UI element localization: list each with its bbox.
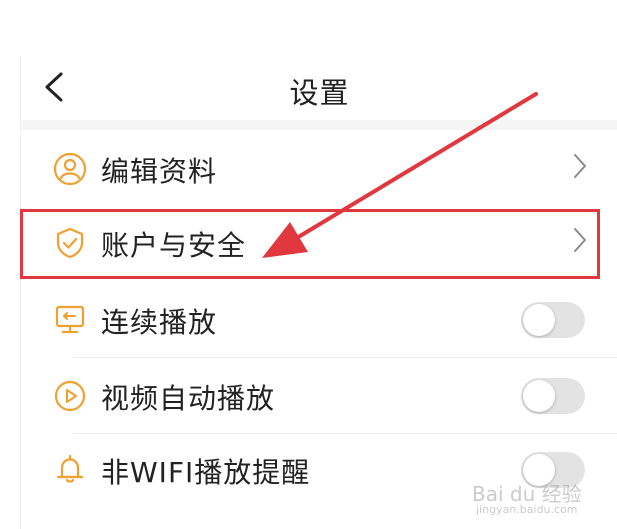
page-title: 设置 — [289, 76, 350, 110]
shield-check-icon — [56, 227, 84, 259]
bell-icon — [56, 454, 84, 483]
settings-item-label: 视频自动播放 — [101, 382, 276, 415]
settings-item-continuous-play: 连续播放 — [21, 282, 617, 358]
settings-screen: 设置 编辑资料 账户与安全 连续播放 视频自动播放 非WIFI播放提醒 — [20, 56, 617, 529]
settings-item-account-security[interactable]: 账户与安全 — [21, 206, 617, 282]
settings-item-edit-profile[interactable]: 编辑资料 — [21, 130, 617, 206]
play-circle-icon — [54, 380, 86, 412]
header-divider — [21, 120, 617, 130]
user-icon — [53, 152, 87, 186]
settings-item-video-autoplay: 视频自动播放 — [21, 358, 617, 434]
settings-item-label: 编辑资料 — [101, 155, 218, 188]
chevron-right-icon — [574, 154, 586, 178]
settings-item-label: 连续播放 — [101, 306, 218, 339]
settings-item-label: 非WIFI播放提醒 — [101, 456, 311, 489]
toggle-knob — [523, 304, 555, 336]
video-autoplay-toggle[interactable] — [521, 378, 585, 414]
header-bar: 设置 — [21, 56, 617, 120]
chevron-right-icon — [574, 228, 586, 252]
continuous-play-toggle[interactable] — [521, 302, 585, 338]
settings-item-label: 账户与安全 — [101, 229, 247, 262]
toggle-knob — [523, 380, 555, 412]
monitor-icon — [55, 305, 85, 334]
watermark-url: jingyan.baidu.com — [476, 503, 578, 516]
